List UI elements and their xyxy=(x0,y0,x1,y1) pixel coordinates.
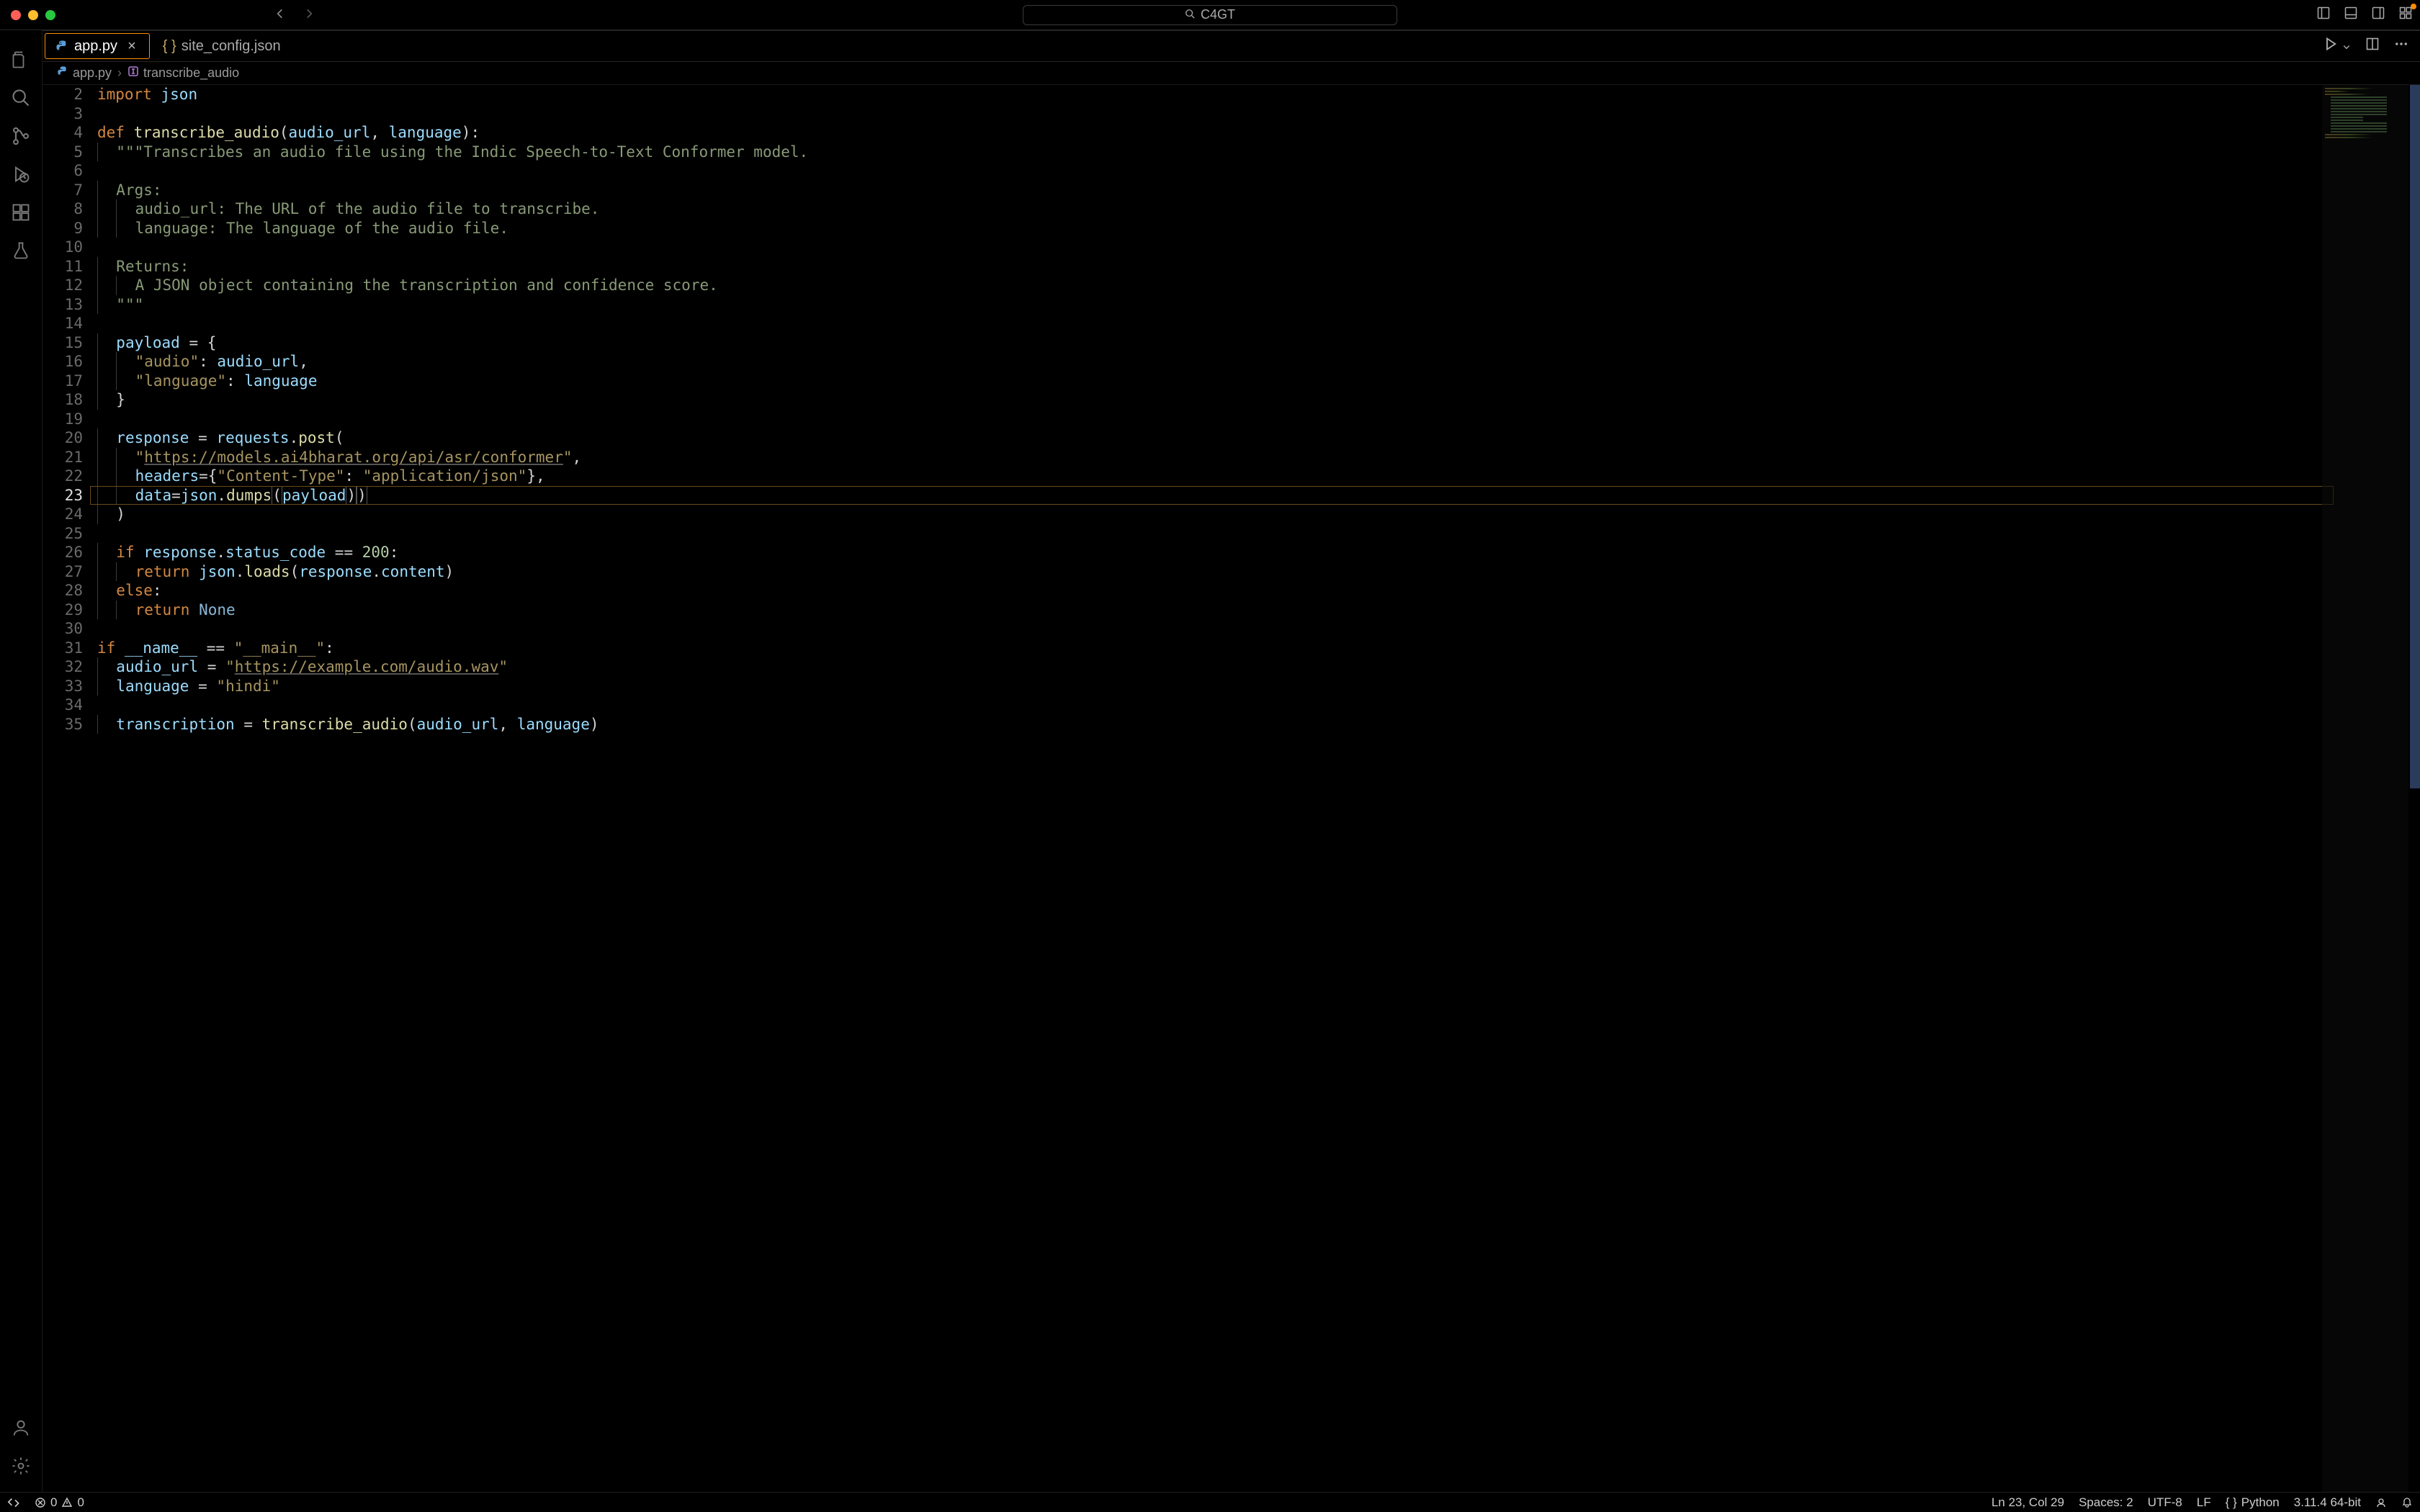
problems-indicator[interactable]: 0 0 xyxy=(35,1495,84,1510)
code-editor[interactable]: 2345678910111213141516171819202122232425… xyxy=(42,85,2420,1492)
function-icon xyxy=(127,66,139,81)
command-center-text: C4GT xyxy=(1201,7,1235,22)
scrollbar[interactable] xyxy=(2410,85,2420,1492)
language-mode[interactable]: { } Python xyxy=(2226,1495,2280,1510)
more-icon[interactable] xyxy=(2394,37,2408,55)
tab-label: app.py xyxy=(74,38,117,55)
chevron-down-icon[interactable] xyxy=(2342,37,2351,55)
breadcrumbs[interactable]: app.py › transcribe_audio xyxy=(42,62,2420,85)
nav-back-icon[interactable] xyxy=(274,6,287,24)
navigation-arrows xyxy=(274,6,315,24)
explorer-icon[interactable] xyxy=(0,40,42,78)
feedback-icon[interactable] xyxy=(2375,1497,2387,1508)
tab-bar: app.py × { } site_config.json xyxy=(42,30,2420,62)
braces-icon: { } xyxy=(2226,1495,2237,1510)
titlebar: C4GT xyxy=(0,0,2420,30)
status-bar: 0 0 Ln 23, Col 29 Spaces: 2 UTF-8 LF { }… xyxy=(0,1492,2420,1512)
scrollbar-thumb[interactable] xyxy=(2410,85,2420,788)
breadcrumb-symbol[interactable]: transcribe_audio xyxy=(127,66,239,81)
window-close[interactable] xyxy=(11,10,21,20)
tab-app-py[interactable]: app.py × xyxy=(45,33,150,59)
encoding[interactable]: UTF-8 xyxy=(2148,1495,2182,1510)
source-control-icon[interactable] xyxy=(0,117,42,155)
panel-right-icon[interactable] xyxy=(2371,6,2385,24)
layout-icon[interactable] xyxy=(2398,6,2413,24)
breadcrumb-file[interactable]: app.py xyxy=(57,66,112,81)
minimap[interactable] xyxy=(2322,85,2408,1492)
close-icon[interactable]: × xyxy=(127,38,136,55)
accounts-icon[interactable] xyxy=(0,1408,42,1446)
notifications-icon[interactable] xyxy=(2401,1497,2413,1508)
run-icon[interactable] xyxy=(2323,37,2338,55)
eol[interactable]: LF xyxy=(2197,1495,2211,1510)
python-file-icon xyxy=(55,40,68,53)
panel-left-icon[interactable] xyxy=(2316,6,2331,24)
command-center[interactable]: C4GT xyxy=(1023,5,1397,25)
chevron-right-icon: › xyxy=(117,66,122,81)
line-number-gutter[interactable]: 2345678910111213141516171819202122232425… xyxy=(42,85,97,1492)
nav-forward-icon[interactable] xyxy=(302,6,315,24)
tab-label: site_config.json xyxy=(182,38,281,55)
python-file-icon xyxy=(57,66,68,81)
testing-icon[interactable] xyxy=(0,231,42,269)
search-icon xyxy=(1185,7,1195,22)
tab-site-config-json[interactable]: { } site_config.json xyxy=(152,31,295,61)
panel-bottom-icon[interactable] xyxy=(2344,6,2358,24)
remote-icon[interactable] xyxy=(7,1496,23,1509)
search-icon[interactable] xyxy=(0,78,42,117)
window-maximize[interactable] xyxy=(45,10,55,20)
split-editor-icon[interactable] xyxy=(2365,37,2380,55)
window-minimize[interactable] xyxy=(28,10,38,20)
settings-icon[interactable] xyxy=(0,1446,42,1485)
json-file-icon: { } xyxy=(163,40,176,53)
python-interpreter[interactable]: 3.11.4 64-bit xyxy=(2294,1495,2361,1510)
editor-group: app.py × { } site_config.json xyxy=(42,30,2420,1492)
extensions-icon[interactable] xyxy=(0,193,42,231)
activity-bar xyxy=(0,30,42,1492)
cursor-position[interactable]: Ln 23, Col 29 xyxy=(1991,1495,2064,1510)
window-controls xyxy=(0,10,55,20)
run-debug-icon[interactable] xyxy=(0,155,42,193)
code-content[interactable]: import jsondef transcribe_audio(audio_ur… xyxy=(97,85,2420,1492)
indentation[interactable]: Spaces: 2 xyxy=(2079,1495,2133,1510)
